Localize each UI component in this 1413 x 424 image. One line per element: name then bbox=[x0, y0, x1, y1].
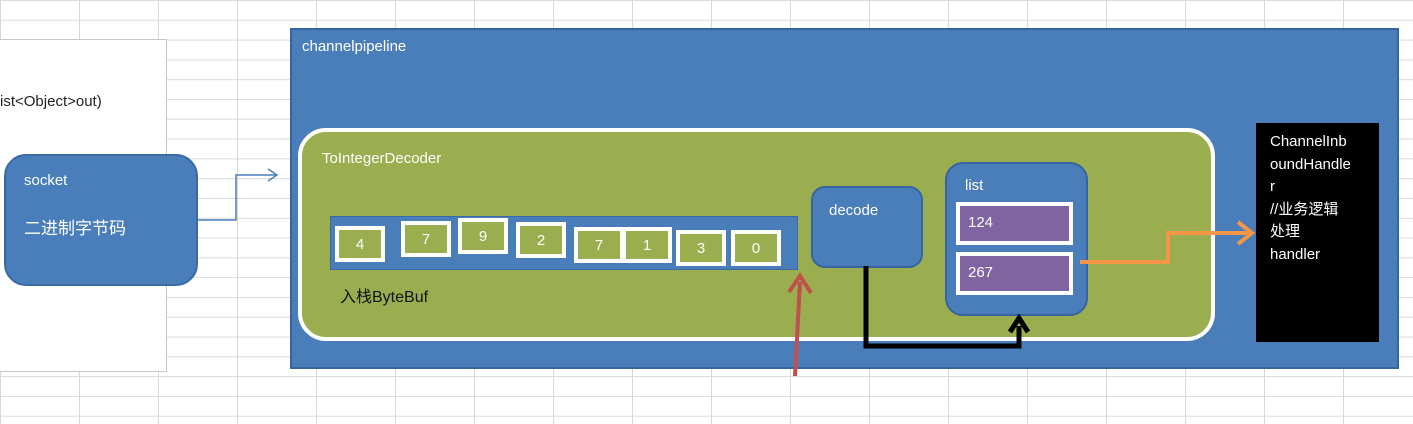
channel-inbound-handler: ChannelInb oundHandle r //业务逻辑 处理 handle… bbox=[1256, 123, 1379, 342]
byte-cell: 7 bbox=[574, 227, 624, 263]
pipeline-label: channelpipeline bbox=[302, 38, 407, 55]
list-item: 124 bbox=[956, 202, 1073, 245]
byte-cell: 3 bbox=[676, 230, 726, 266]
byte-cell: 2 bbox=[516, 222, 566, 258]
socket-box: socket 二进制字节码 bbox=[4, 154, 198, 286]
method-signature-text: ist<Object>out) bbox=[0, 93, 102, 110]
socket-title: socket bbox=[24, 172, 68, 189]
decoder-label: ToIntegerDecoder bbox=[322, 150, 442, 167]
list-label: list bbox=[965, 177, 984, 194]
socket-subtitle: 二进制字节码 bbox=[24, 219, 126, 238]
handler-line: oundHandle bbox=[1270, 155, 1351, 173]
byte-cell: 7 bbox=[401, 221, 451, 257]
byte-cell: 9 bbox=[458, 218, 508, 254]
byte-cell: 1 bbox=[622, 227, 672, 263]
decode-box: decode bbox=[811, 186, 923, 268]
byte-cell: 0 bbox=[731, 230, 781, 266]
handler-line: r bbox=[1270, 178, 1275, 195]
bytebuf-label: 入栈ByteBuf bbox=[340, 289, 429, 306]
decode-label: decode bbox=[829, 202, 879, 219]
handler-line: 处理 bbox=[1270, 223, 1301, 240]
list-item: 267 bbox=[956, 252, 1073, 295]
handler-line: //业务逻辑 bbox=[1270, 200, 1339, 218]
handler-line: ChannelInb bbox=[1270, 133, 1347, 150]
socket-arrowhead bbox=[267, 168, 279, 182]
handler-line: handler bbox=[1270, 245, 1321, 263]
socket-to-pipeline-arrow bbox=[198, 174, 276, 221]
byte-cell: 4 bbox=[335, 226, 385, 262]
